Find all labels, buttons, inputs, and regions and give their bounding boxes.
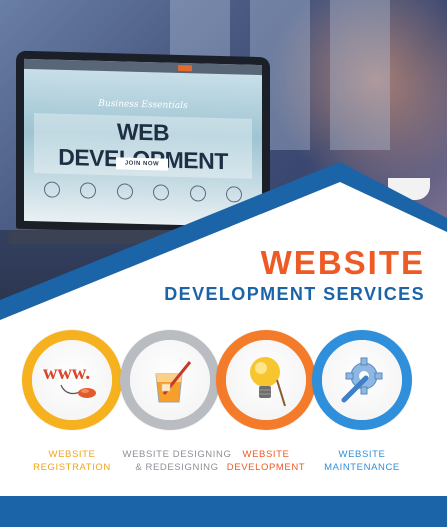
service-designing xyxy=(120,330,220,430)
service-development xyxy=(216,330,316,430)
service-label-maintenance: WEBSITE MAINTENANCE xyxy=(324,449,400,473)
svg-text:www.: www. xyxy=(43,362,90,384)
service-registration: www. xyxy=(22,330,122,430)
service-maintenance xyxy=(312,330,412,430)
lightbulb-icon xyxy=(250,357,286,407)
www-mouse-icon: www. xyxy=(43,362,96,398)
service-label-development: WEBSITE DEVELOPMENT xyxy=(226,449,306,473)
service-label-registration: WEBSITE REGISTRATION xyxy=(33,449,111,473)
footer-bar xyxy=(0,496,447,527)
gear-wrench-icon xyxy=(341,357,383,403)
title-website: WEBSITE xyxy=(260,244,425,281)
title-development-services: DEVELOPMENT SERVICES xyxy=(164,284,425,304)
glass-pen-icon xyxy=(155,361,192,403)
banner: Business Essentials WEB DEVELOPMENT JOIN… xyxy=(0,0,447,527)
